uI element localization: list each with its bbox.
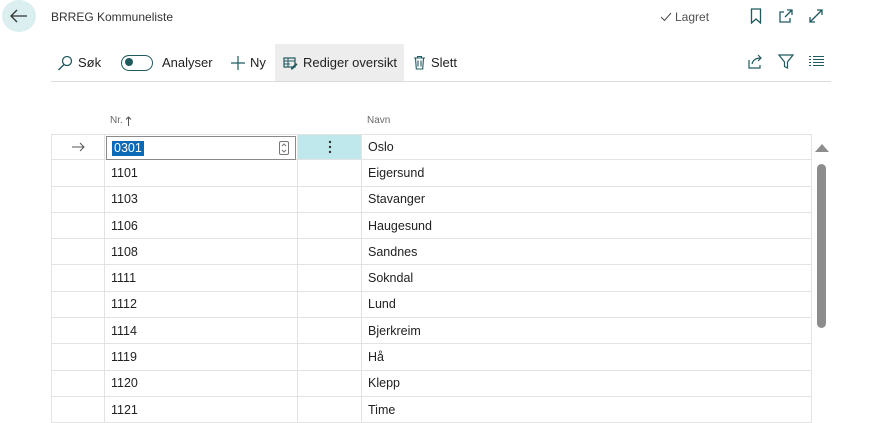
plus-icon [231,55,245,70]
row-actions-cell[interactable] [298,318,362,344]
navn-cell[interactable]: Time [362,396,812,423]
table-row[interactable]: 1114 Bjerkreim [51,318,812,345]
action-bar: Søk Analyser Ny Rediger oversikt Slett [51,44,831,82]
checkmark-icon [660,12,672,22]
row-actions-cell[interactable] [298,265,362,291]
navn-cell[interactable]: Hå [362,344,812,370]
nr-cell[interactable]: 1114 [105,318,298,344]
arrow-left-icon [10,9,28,23]
analyze-label: Analyser [162,55,213,70]
row-actions-cell[interactable] [298,239,362,265]
row-actions-cell[interactable] [298,291,362,318]
nr-cell[interactable]: 1121 [105,396,298,423]
navn-cell[interactable]: Stavanger [362,186,812,212]
page-title: BRREG Kommuneliste [51,10,174,24]
navn-cell[interactable]: Oslo [362,135,812,160]
column-header-nr[interactable]: Nr. [110,115,132,126]
more-options-icon[interactable] [328,140,332,154]
row-selector[interactable] [51,396,105,423]
edit-list-icon [283,56,298,70]
column-header-nr-label: Nr. [110,115,123,126]
row-actions-cell[interactable] [298,370,362,396]
nr-cell[interactable]: 1108 [105,239,298,265]
nr-cell[interactable]: 1119 [105,344,298,370]
nr-input[interactable]: 0301 [106,136,296,160]
row-actions-cell[interactable] [298,135,362,160]
row-selector[interactable] [51,239,105,265]
search-icon [57,55,73,71]
row-selector[interactable] [51,370,105,396]
navn-cell[interactable]: Bjerkreim [362,318,812,344]
table-row[interactable]: 1119 Hå [51,344,812,371]
search-label: Søk [78,55,102,70]
row-selector[interactable] [51,265,105,291]
trash-icon [413,55,426,70]
nr-cell[interactable]: 1106 [105,212,298,239]
edit-list-label: Rediger oversikt [303,55,397,70]
nr-cell[interactable]: 1112 [105,291,298,318]
row-selector[interactable] [51,186,105,212]
row-selector[interactable] [51,160,105,186]
column-header-navn-label: Navn [367,115,391,126]
table-row[interactable]: 1111 Sokndal [51,265,812,292]
row-selector[interactable] [51,291,105,318]
new-button[interactable]: Ny [231,44,266,81]
scrollbar-thumb[interactable] [817,164,826,328]
data-grid: 0301 Oslo 1101 Eigersund 1103 Stavanger … [51,134,812,423]
row-actions-cell[interactable] [298,396,362,423]
row-selector[interactable] [51,212,105,239]
expand-icon[interactable] [808,8,824,24]
nr-cell[interactable]: 1120 [105,370,298,396]
table-row[interactable]: 1103 Stavanger [51,186,812,213]
analyze-toggle[interactable]: Analyser [121,44,213,81]
navn-cell[interactable]: Eigersund [362,160,812,186]
search-button[interactable]: Søk [57,44,101,81]
navn-cell[interactable]: Lund [362,291,812,318]
saved-status-label: Lagret [675,10,710,24]
navn-cell[interactable]: Sandnes [362,239,812,265]
table-row[interactable]: 0301 Oslo [51,134,812,161]
nr-cell[interactable]: 1111 [105,265,298,291]
lookup-icon[interactable] [279,141,289,155]
delete-label: Slett [431,55,458,70]
nr-cell[interactable]: 1103 [105,186,298,212]
saved-status: Lagret [660,10,709,24]
sort-ascending-icon [125,115,132,126]
edit-list-button[interactable]: Rediger oversikt [275,44,404,81]
toggle-switch[interactable] [121,54,153,71]
row-actions-cell[interactable] [298,160,362,186]
column-header-navn[interactable]: Navn [367,115,390,126]
row-actions-cell[interactable] [298,344,362,370]
bookmark-icon[interactable] [750,8,762,24]
table-row[interactable]: 1101 Eigersund [51,160,812,187]
table-row[interactable]: 1108 Sandnes [51,239,812,266]
scroll-up-icon[interactable] [815,143,829,152]
navn-cell[interactable]: Sokndal [362,265,812,291]
list-view-icon[interactable] [809,55,824,68]
row-actions-cell[interactable] [298,212,362,239]
back-button[interactable] [2,0,36,32]
navn-cell[interactable]: Haugesund [362,212,812,239]
filter-icon[interactable] [778,54,794,69]
navn-cell[interactable]: Klepp [362,370,812,396]
open-new-window-icon[interactable] [778,8,794,24]
row-actions-cell[interactable] [298,186,362,212]
new-label: Ny [250,55,266,70]
row-selector[interactable] [51,135,105,160]
arrow-right-icon [71,142,85,152]
share-icon[interactable] [747,54,764,69]
table-row[interactable]: 1121 Time [51,396,812,423]
nr-input-value: 0301 [112,141,144,156]
table-row[interactable]: 1106 Haugesund [51,212,812,240]
table-row[interactable]: 1112 Lund [51,291,812,319]
row-selector[interactable] [51,318,105,344]
table-row[interactable]: 1120 Klepp [51,370,812,397]
row-selector[interactable] [51,344,105,370]
nr-cell[interactable]: 1101 [105,160,298,186]
delete-button[interactable]: Slett [413,44,457,81]
